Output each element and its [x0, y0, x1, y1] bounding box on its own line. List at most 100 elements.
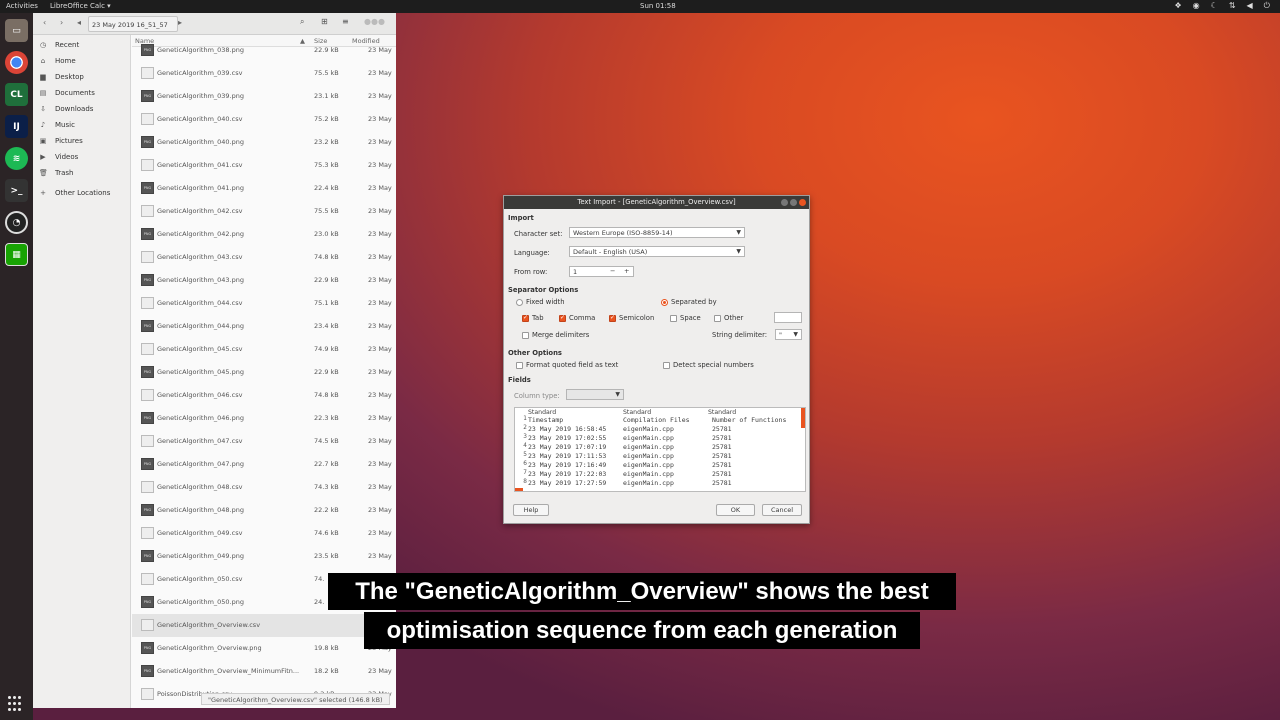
preview-row[interactable]: 8 23 May 2019 17:27:59 eigenMain.cpp 25781	[515, 479, 805, 488]
clock[interactable]: Sun 01:58	[640, 2, 676, 10]
other-checkbox[interactable]	[714, 315, 721, 322]
file-row[interactable]: PNG GeneticAlgorithm_045.png 22.9 kB 23 May	[132, 361, 396, 384]
file-row[interactable]: PNG GeneticAlgorithm_042.png 23.0 kB 23 May	[132, 223, 396, 246]
file-row[interactable]: PNG GeneticAlgorithm_048.png 22.2 kB 23 May	[132, 499, 396, 522]
maximize-icon[interactable]	[790, 199, 797, 206]
forward-icon[interactable]: ›	[60, 18, 63, 27]
file-row[interactable]: GeneticAlgorithm_045.csv 74.9 kB 23 May	[132, 338, 396, 361]
file-row[interactable]: PNG GeneticAlgorithm_038.png 22.9 kB 23 May	[132, 39, 396, 62]
sidebar-item-other-locations[interactable]: + Other Locations	[39, 186, 110, 200]
preview-row[interactable]: 3 23 May 2019 17:02:55 eigenMain.cpp 25781	[515, 434, 805, 443]
chrome-icon[interactable]	[5, 51, 28, 74]
sidebar-item-trash[interactable]: 🗑 Trash	[39, 166, 74, 180]
help-button[interactable]: Help	[513, 504, 549, 516]
night-light-icon[interactable]: ☾	[1211, 1, 1218, 11]
other-input[interactable]	[774, 312, 802, 323]
file-row[interactable]: GeneticAlgorithm_039.csv 75.5 kB 23 May	[132, 62, 396, 85]
sidebar-item-desktop[interactable]: ▆ Desktop	[39, 70, 84, 84]
window-controls-icon[interactable]: ●●●	[364, 17, 385, 26]
preview-row[interactable]: 6 23 May 2019 17:16:49 eigenMain.cpp 25781	[515, 461, 805, 470]
terminal-icon[interactable]: >_	[5, 179, 28, 202]
search-icon[interactable]: ⌕	[300, 17, 304, 27]
file-row[interactable]: PNG GeneticAlgorithm_046.png 22.3 kB 23 May	[132, 407, 396, 430]
obs-icon[interactable]: ◔	[5, 211, 28, 234]
spotify-icon[interactable]: ≋	[5, 147, 28, 170]
path-left-icon[interactable]: ◂	[77, 18, 81, 27]
space-checkbox[interactable]	[670, 315, 677, 322]
preview-header[interactable]: Standard	[708, 409, 736, 416]
activities-button[interactable]: Activities	[6, 2, 38, 10]
network-icon[interactable]: ⇅	[1229, 1, 1236, 11]
file-row[interactable]: GeneticAlgorithm_047.csv 74.5 kB 23 May	[132, 430, 396, 453]
separated-by-radio[interactable]	[661, 299, 668, 306]
clion-icon[interactable]: CL	[5, 83, 28, 106]
sidebar-item-music[interactable]: ♪ Music	[39, 118, 75, 132]
chrome-status-icon[interactable]: ◉	[1193, 1, 1200, 11]
file-row[interactable]: GeneticAlgorithm_044.csv 75.1 kB 23 May	[132, 292, 396, 315]
sidebar-item-home[interactable]: ⌂ Home	[39, 54, 76, 68]
merge-delimiters-checkbox[interactable]	[522, 332, 529, 339]
sidebar-item-documents[interactable]: ▤ Documents	[39, 86, 95, 100]
dropbox-icon[interactable]: ❖	[1174, 1, 1181, 11]
preview-row[interactable]: 5 23 May 2019 17:11:53 eigenMain.cpp 25781	[515, 452, 805, 461]
file-row[interactable]: PNG GeneticAlgorithm_040.png 23.2 kB 23 May	[132, 131, 396, 154]
system-tray[interactable]: ❖ ◉ ☾ ⇅ ◀ ⏻	[1174, 1, 1270, 11]
files-icon[interactable]: ▭	[5, 19, 28, 42]
intellij-icon[interactable]: IJ	[5, 115, 28, 138]
language-select[interactable]: Default - English (USA) ▼	[569, 246, 745, 257]
preview-row[interactable]: 4 23 May 2019 17:07:19 eigenMain.cpp 25781	[515, 443, 805, 452]
preview-header[interactable]: Standard	[528, 409, 556, 416]
detect-special-checkbox[interactable]	[663, 362, 670, 369]
file-row[interactable]: PNGGeneticAlgorithm_Overview.png19.8 kB2…	[132, 637, 396, 660]
file-row[interactable]: PNG GeneticAlgorithm_041.png 22.4 kB 23 May	[132, 177, 396, 200]
show-applications-icon[interactable]	[8, 696, 24, 712]
file-row[interactable]: PNG GeneticAlgorithm_043.png 22.9 kB 23 May	[132, 269, 396, 292]
path-right-icon[interactable]: ▸	[178, 18, 182, 27]
file-row[interactable]: GeneticAlgorithm_042.csv 75.5 kB 23 May	[132, 200, 396, 223]
decrement-button[interactable]: −	[610, 267, 615, 275]
from-row-stepper[interactable]: 1 − +	[569, 266, 634, 277]
file-row[interactable]: PNG GeneticAlgorithm_049.png 23.5 kB 23 May	[132, 545, 396, 568]
charset-select[interactable]: Western Europe (ISO-8859-14) ▼	[569, 227, 745, 238]
file-row[interactable]: GeneticAlgorithm_043.csv 74.8 kB 23 May	[132, 246, 396, 269]
fixed-width-radio[interactable]	[516, 299, 523, 306]
file-row[interactable]: GeneticAlgorithm_041.csv 75.3 kB 23 May	[132, 154, 396, 177]
file-row[interactable]: GeneticAlgorithm_049.csv 74.6 kB 23 May	[132, 522, 396, 545]
sidebar-item-downloads[interactable]: ⇩ Downloads	[39, 102, 93, 116]
file-row[interactable]: PNG GeneticAlgorithm_Overview_MinimumFitn…	[132, 660, 396, 683]
string-delimiter-select[interactable]: " ▼	[775, 329, 802, 340]
app-menu[interactable]: LibreOffice Calc ▾	[50, 2, 111, 10]
view-grid-icon[interactable]: ⊞	[321, 17, 328, 26]
fields-preview-table[interactable]: Standard Standard Standard 1 Timestamp Com…	[514, 407, 806, 492]
minimize-icon[interactable]	[781, 199, 788, 206]
file-row[interactable]: PNG GeneticAlgorithm_047.png 22.7 kB 23 May	[132, 453, 396, 476]
file-row[interactable]: GeneticAlgorithm_048.csv 74.3 kB 23 May	[132, 476, 396, 499]
increment-button[interactable]: +	[624, 267, 629, 275]
cancel-button[interactable]: Cancel	[762, 504, 802, 516]
semicolon-checkbox[interactable]	[609, 314, 616, 322]
sidebar-item-pictures[interactable]: ▣ Pictures	[39, 134, 83, 148]
format-quoted-checkbox[interactable]	[516, 362, 523, 369]
comma-checkbox[interactable]	[559, 314, 566, 322]
sidebar-item-videos[interactable]: ▶ Videos	[39, 150, 78, 164]
libreoffice-calc-icon[interactable]: ▦	[5, 243, 28, 266]
close-icon[interactable]	[799, 199, 806, 206]
menu-icon[interactable]: ≡	[342, 17, 349, 26]
back-icon[interactable]: ‹	[43, 18, 46, 27]
preview-hscrollbar[interactable]	[515, 488, 523, 491]
file-row[interactable]: GeneticAlgorithm_046.csv 74.8 kB 23 May	[132, 384, 396, 407]
power-icon[interactable]: ⏻	[1264, 1, 1270, 11]
volume-icon[interactable]: ◀	[1247, 1, 1253, 11]
preview-row[interactable]: 7 23 May 2019 17:22:03 eigenMain.cpp 25781	[515, 470, 805, 479]
file-row[interactable]: PNG GeneticAlgorithm_044.png 23.4 kB 23 May	[132, 315, 396, 338]
preview-scrollbar[interactable]	[801, 408, 805, 428]
ok-button[interactable]: OK	[716, 504, 755, 516]
preview-row[interactable]: 2 23 May 2019 16:58:45 eigenMain.cpp 25781	[515, 425, 805, 434]
column-type-select[interactable]: ▼	[566, 389, 624, 400]
file-row[interactable]: GeneticAlgorithm_040.csv 75.2 kB 23 May	[132, 108, 396, 131]
path-button[interactable]: 23 May 2019 16_51_57	[88, 16, 178, 32]
file-row[interactable]: GeneticAlgorithm_Overview.csv23 May	[132, 614, 396, 637]
preview-row[interactable]: 1 Timestamp Compilation Files Number of Fun…	[515, 416, 805, 425]
tab-checkbox[interactable]	[522, 314, 529, 322]
file-row[interactable]: PNG GeneticAlgorithm_039.png 23.1 kB 23 May	[132, 85, 396, 108]
